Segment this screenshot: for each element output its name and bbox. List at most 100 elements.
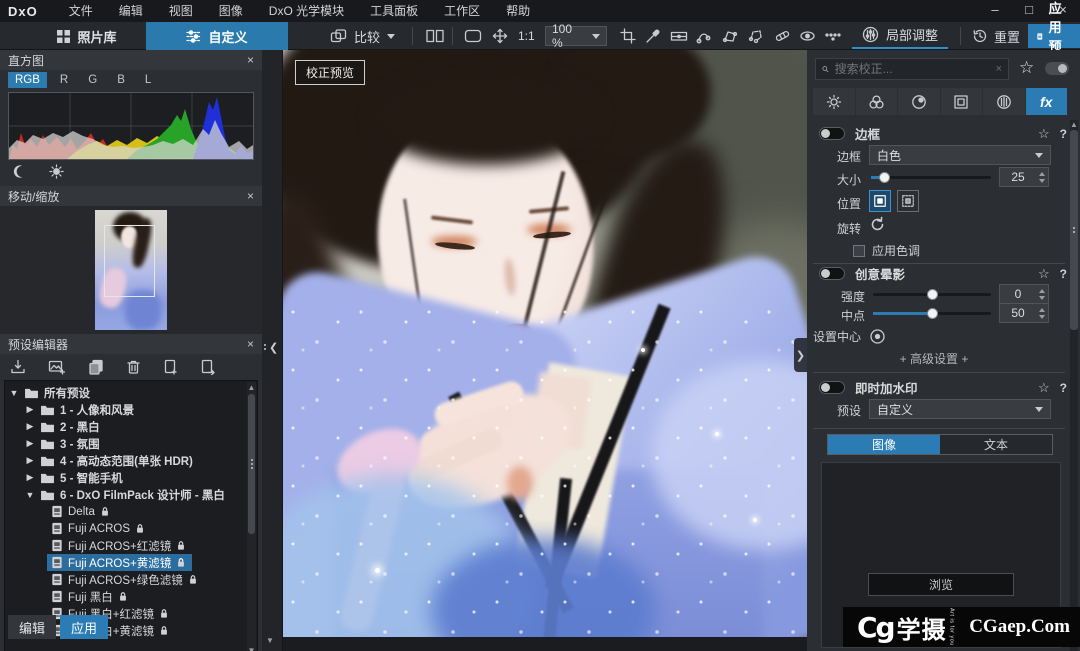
border-size-slider[interactable] bbox=[871, 176, 991, 179]
shadow-clipping-moon-icon[interactable] bbox=[12, 164, 27, 179]
create-preset-from-image-icon[interactable] bbox=[48, 359, 66, 375]
border-position-outside-button[interactable] bbox=[897, 190, 919, 212]
clear-search-icon[interactable]: × bbox=[996, 63, 1002, 75]
split-view-button[interactable] bbox=[426, 28, 444, 44]
tree-folder-all-presets[interactable]: ▼ 所有预设 bbox=[9, 384, 90, 401]
menu-tool-panels[interactable]: 工具面板 bbox=[357, 0, 431, 22]
channel-l[interactable]: L bbox=[138, 72, 158, 88]
favorites-star-icon[interactable]: ☆ bbox=[1019, 58, 1034, 78]
tab-vignette[interactable] bbox=[983, 88, 1025, 115]
tree-expand-icon[interactable]: ▶ bbox=[25, 404, 35, 415]
search-corrections-box[interactable]: × bbox=[815, 58, 1009, 80]
vignette-midpoint-slider[interactable] bbox=[873, 312, 991, 315]
tree-expand-icon[interactable]: ▶ bbox=[25, 455, 35, 466]
preset-item-fuji-acros-red[interactable]: Fuji ACROS+红滤镜 bbox=[51, 537, 186, 554]
watermark-enable-toggle[interactable] bbox=[819, 381, 845, 394]
channel-b[interactable]: B bbox=[110, 72, 132, 88]
rename-preset-icon[interactable] bbox=[163, 359, 178, 375]
menu-file[interactable]: 文件 bbox=[56, 0, 106, 22]
browse-button[interactable]: 浏览 bbox=[868, 573, 1014, 596]
vignette-enable-toggle[interactable] bbox=[819, 267, 845, 280]
channel-r[interactable]: R bbox=[53, 72, 75, 88]
menu-image[interactable]: 图像 bbox=[206, 0, 256, 22]
channel-g[interactable]: G bbox=[81, 72, 104, 88]
color-picker-tool-button[interactable] bbox=[645, 28, 663, 44]
tab-light[interactable] bbox=[813, 88, 855, 115]
maximize-button[interactable]: □ bbox=[1012, 0, 1046, 22]
channel-rgb[interactable]: RGB bbox=[8, 72, 47, 88]
duplicate-preset-icon[interactable] bbox=[88, 359, 104, 375]
one-to-one-button[interactable]: 1:1 bbox=[518, 29, 535, 43]
watermark-text-tab[interactable]: 文本 bbox=[940, 435, 1052, 454]
border-position-inside-button[interactable] bbox=[869, 190, 891, 212]
menu-help[interactable]: 帮助 bbox=[493, 0, 543, 22]
preset-tree-scrollbar[interactable]: ▲ ▼ bbox=[247, 382, 256, 651]
reset-button[interactable]: 重置 bbox=[972, 22, 1020, 50]
compare-button[interactable]: 比较 bbox=[330, 22, 395, 50]
delete-preset-icon[interactable] bbox=[126, 359, 141, 375]
border-size-spinbox[interactable]: 25 bbox=[999, 167, 1049, 187]
border-frame-dropdown[interactable]: 白色 bbox=[869, 145, 1051, 165]
red-eye-tool-button[interactable] bbox=[799, 28, 817, 44]
crop-tool-button[interactable] bbox=[620, 28, 638, 44]
tab-color[interactable] bbox=[856, 88, 898, 115]
preset-item-fuji-bw[interactable]: Fuji 黑白 bbox=[51, 588, 128, 605]
watermark-image-tab[interactable]: 图像 bbox=[828, 435, 940, 454]
image-viewer[interactable]: 校正预览 ❯ bbox=[283, 50, 807, 637]
menu-optics-modules[interactable]: DxO 光学模块 bbox=[256, 0, 357, 22]
import-preset-icon[interactable] bbox=[10, 359, 26, 375]
local-adjustments-button[interactable]: 局部调整 bbox=[852, 22, 948, 49]
border-rotate-button[interactable] bbox=[869, 216, 886, 233]
tab-customize[interactable]: 自定义 bbox=[146, 22, 288, 50]
tree-folder-hdr[interactable]: ▶ 4 - 高动态范围(单张 HDR) bbox=[25, 452, 193, 469]
tab-geometry[interactable] bbox=[941, 88, 983, 115]
watermark-favorite-star-icon[interactable]: ☆ bbox=[1038, 380, 1050, 396]
preset-item-fuji-acros-yellow-selected[interactable]: Fuji ACROS+黄滤镜 bbox=[47, 554, 192, 571]
minimize-button[interactable]: – bbox=[978, 0, 1012, 22]
tree-expand-icon[interactable]: ▼ bbox=[9, 388, 19, 398]
preset-editor-close-icon[interactable]: × bbox=[247, 337, 254, 351]
vignette-midpoint-spinbox[interactable]: 50 bbox=[999, 303, 1049, 323]
menu-workspace[interactable]: 工作区 bbox=[431, 0, 493, 22]
tree-folder-atmosphere[interactable]: ▶ 3 - 氛围 bbox=[25, 435, 100, 452]
apply-button[interactable]: 应用 bbox=[60, 615, 108, 639]
preset-item-fuji-acros-green[interactable]: Fuji ACROS+绿色滤镜 bbox=[51, 571, 198, 588]
export-preset-icon[interactable] bbox=[200, 359, 215, 375]
tab-detail[interactable] bbox=[898, 88, 940, 115]
move-zoom-close-icon[interactable]: × bbox=[247, 189, 254, 203]
scroll-down-arrow[interactable]: ▼ bbox=[247, 646, 256, 651]
tree-expand-icon[interactable]: ▶ bbox=[25, 438, 35, 449]
preset-item-fuji-acros[interactable]: Fuji ACROS bbox=[51, 520, 145, 537]
tab-photo-library[interactable]: 照片库 bbox=[28, 22, 146, 50]
left-gutter-scroll-down[interactable]: ▼ bbox=[266, 636, 274, 645]
dust-tool-button[interactable] bbox=[824, 28, 842, 44]
vignette-strength-spinbox[interactable]: 0 bbox=[999, 284, 1049, 304]
zoom-level-select[interactable]: 100 % bbox=[545, 26, 607, 46]
histogram-close-icon[interactable]: × bbox=[247, 53, 254, 67]
vignette-favorite-star-icon[interactable]: ☆ bbox=[1038, 266, 1050, 282]
border-favorite-star-icon[interactable]: ☆ bbox=[1038, 126, 1050, 142]
border-enable-toggle[interactable] bbox=[819, 127, 845, 140]
tree-folder-portrait-landscape[interactable]: ▶ 1 - 人像和风景 bbox=[25, 401, 134, 418]
watermark-help-icon[interactable]: ? bbox=[1060, 381, 1067, 395]
collapse-right-panel-handle[interactable]: ❯ bbox=[794, 338, 807, 372]
fit-screen-button[interactable] bbox=[464, 28, 482, 44]
tree-folder-smartphone[interactable]: ▶ 5 - 智能手机 bbox=[25, 469, 123, 486]
menu-edit[interactable]: 编辑 bbox=[106, 0, 156, 22]
tree-expand-icon[interactable]: ▼ bbox=[25, 490, 35, 500]
search-input[interactable] bbox=[835, 62, 990, 76]
preset-item-delta[interactable]: Delta bbox=[51, 503, 110, 520]
auto-mask-tool-button[interactable] bbox=[748, 28, 766, 44]
edit-button[interactable]: 编辑 bbox=[8, 615, 56, 639]
control-line-tool-button[interactable] bbox=[722, 28, 740, 44]
tree-expand-icon[interactable]: ▶ bbox=[25, 421, 35, 432]
horizon-tool-button[interactable] bbox=[670, 28, 688, 44]
navigator-viewport-rect[interactable] bbox=[104, 225, 155, 297]
tree-expand-icon[interactable]: ▶ bbox=[25, 472, 35, 483]
border-help-icon[interactable]: ? bbox=[1060, 127, 1067, 141]
vignette-help-icon[interactable]: ? bbox=[1060, 267, 1067, 281]
scroll-up-arrow[interactable]: ▲ bbox=[247, 383, 256, 392]
tree-folder-bw[interactable]: ▶ 2 - 黑白 bbox=[25, 418, 100, 435]
control-point-tool-button[interactable] bbox=[696, 28, 714, 44]
highlight-clipping-sun-icon[interactable] bbox=[49, 164, 64, 179]
